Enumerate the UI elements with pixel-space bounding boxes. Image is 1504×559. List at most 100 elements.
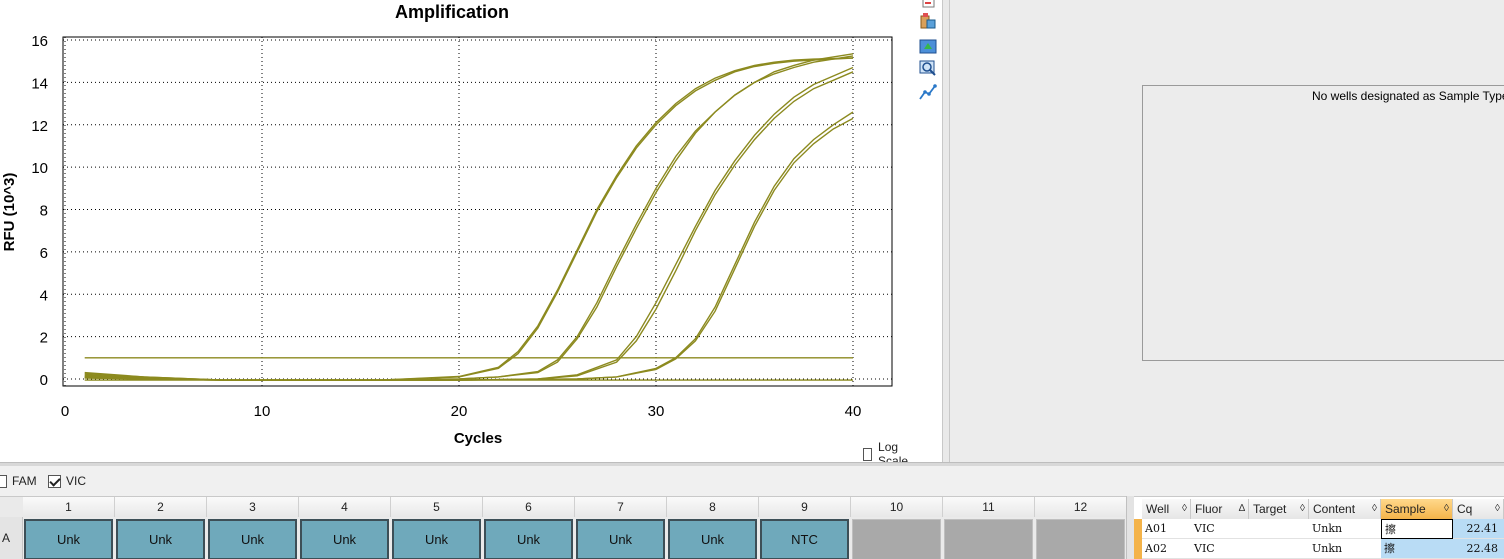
y-tick-label: 2 <box>40 330 48 347</box>
sort-icon[interactable]: ◊ <box>1372 499 1377 519</box>
y-tick-label: 8 <box>40 203 48 220</box>
plate-column-header[interactable]: 8 <box>667 497 759 517</box>
results-header-label: Sample <box>1385 502 1426 516</box>
plate-well[interactable] <box>944 519 1033 559</box>
plate-column-header[interactable]: 7 <box>575 497 667 517</box>
results-header-content[interactable]: Content ◊ <box>1309 499 1381 519</box>
y-axis-ticks: 0 2 4 6 8 10 12 14 16 <box>31 33 48 389</box>
row-indicator[interactable] <box>1134 539 1142 559</box>
plate-well[interactable]: NTC <box>760 519 849 559</box>
chart-toolbar <box>914 0 942 110</box>
amplification-chart-panel: Amplification 0 2 4 6 8 10 12 14 16 0 10 20 30 40 Cy… <box>0 0 912 468</box>
plate-well[interactable] <box>852 519 941 559</box>
copy-icon[interactable] <box>918 0 938 10</box>
y-tick-label: 6 <box>40 245 48 262</box>
vic-toggle[interactable]: VIC <box>48 474 86 488</box>
plate-column-header[interactable]: 2 <box>115 497 207 517</box>
results-table: Well ◊ Fluor ∆ Target ◊ Content ◊ Sample ◊ Cq ◊ A01 V… <box>1134 496 1504 559</box>
plate-column-header[interactable]: 4 <box>299 497 391 517</box>
chart-title: Amplification <box>395 2 509 22</box>
results-header-label: Content <box>1313 502 1356 516</box>
y-tick-label: 16 <box>31 33 48 50</box>
results-header-fluor[interactable]: Fluor ∆ <box>1191 499 1249 519</box>
x-tick-label: 40 <box>845 403 862 420</box>
plot-area[interactable] <box>62 36 893 387</box>
standard-curve-area: No wells designated as Sample Type sta <box>1142 85 1504 361</box>
sort-icon[interactable]: ◊ <box>1495 499 1500 519</box>
results-header-sample[interactable]: Sample ◊ <box>1381 499 1453 519</box>
refresh-icon[interactable] <box>918 37 938 55</box>
fam-toggle[interactable]: FAM <box>0 474 37 488</box>
plate-column-header[interactable]: 1 <box>23 497 115 517</box>
vic-checkbox[interactable] <box>48 474 61 488</box>
results-header-target[interactable]: Target ◊ <box>1249 499 1309 519</box>
fam-checkbox[interactable] <box>0 474 7 488</box>
plate-view: 1 2 3 4 5 6 7 8 9 10 11 12 A Unk Unk Unk Unk Unk Unk Unk U… <box>0 496 1127 559</box>
y-tick-label: 10 <box>31 160 48 177</box>
results-header-well[interactable]: Well ◊ <box>1142 499 1191 519</box>
y-tick-label: 12 <box>31 118 48 135</box>
trace-icon[interactable] <box>918 83 938 101</box>
plate-well[interactable]: Unk <box>576 519 665 559</box>
x-axis-label: Cycles <box>454 430 502 447</box>
plate-column-header[interactable]: 5 <box>391 497 483 517</box>
results-header-cq[interactable]: Cq ◊ <box>1453 499 1504 519</box>
results-cell-sample[interactable]: 擦 <box>1381 539 1453 559</box>
plate-row-label[interactable]: A <box>0 517 23 559</box>
vertical-splitter[interactable] <box>942 0 950 462</box>
plate-column-header[interactable]: 10 <box>851 497 943 517</box>
results-header-label: Fluor <box>1195 502 1223 516</box>
sort-icon[interactable]: ∆ <box>1239 499 1245 519</box>
results-cell-well[interactable]: A02 <box>1142 539 1191 559</box>
plate-column-header[interactable]: 11 <box>943 497 1035 517</box>
results-cell-fluor[interactable]: VIC <box>1191 519 1249 539</box>
results-header-label: Target <box>1253 502 1287 516</box>
results-cell-cq[interactable]: 22.48 <box>1453 539 1504 559</box>
x-axis-ticks: 0 10 20 30 40 <box>61 403 862 420</box>
export-icon[interactable] <box>918 12 938 30</box>
plate-well[interactable]: Unk <box>668 519 757 559</box>
results-cell-target[interactable] <box>1249 539 1309 559</box>
results-cell-content[interactable]: Unkn <box>1309 519 1381 539</box>
sort-icon[interactable]: ◊ <box>1300 499 1305 519</box>
plate-well[interactable]: Unk <box>300 519 389 559</box>
row-indicator[interactable] <box>1134 519 1142 539</box>
y-tick-label: 0 <box>40 372 48 389</box>
results-cell-target[interactable] <box>1249 519 1309 539</box>
no-standard-message: No wells designated as Sample Type sta <box>1312 89 1504 103</box>
results-cell-content[interactable]: Unkn <box>1309 539 1381 559</box>
plate-column-headers: 1 2 3 4 5 6 7 8 9 10 11 12 <box>0 497 1127 517</box>
results-cell-sample[interactable]: 擦 <box>1381 519 1453 539</box>
plate-well[interactable]: Unk <box>392 519 481 559</box>
x-tick-label: 0 <box>61 403 69 420</box>
plate-well[interactable]: Unk <box>484 519 573 559</box>
vic-label: VIC <box>66 474 87 488</box>
plate-results-splitter[interactable] <box>1126 496 1134 559</box>
x-tick-label: 20 <box>451 403 468 420</box>
y-axis-label: RFU (10^3) <box>1 173 18 252</box>
log-scale-checkbox[interactable] <box>863 447 873 461</box>
plate-well[interactable] <box>1036 519 1125 559</box>
x-tick-label: 10 <box>254 403 271 420</box>
results-cell-cq[interactable]: 22.41 <box>1453 519 1504 539</box>
results-header-label: Cq <box>1457 502 1473 516</box>
sort-icon[interactable]: ◊ <box>1444 499 1449 519</box>
sample-type-panel: No wells designated as Sample Type sta <box>950 0 1504 462</box>
zoom-icon[interactable] <box>918 59 938 77</box>
plate-well[interactable]: Unk <box>116 519 205 559</box>
plate-column-header[interactable]: 12 <box>1035 497 1127 517</box>
plate-well[interactable]: Unk <box>208 519 297 559</box>
results-cell-fluor[interactable]: VIC <box>1191 539 1249 559</box>
y-tick-label: 14 <box>31 75 48 92</box>
results-cell-well[interactable]: A01 <box>1142 519 1191 539</box>
plate-column-header[interactable]: 9 <box>759 497 851 517</box>
x-tick-label: 30 <box>648 403 665 420</box>
results-header-label: Well <box>1146 502 1170 516</box>
plate-column-header[interactable]: 6 <box>483 497 575 517</box>
amplification-chart: Amplification 0 2 4 6 8 10 12 14 16 0 10 20 30 40 Cy… <box>1 2 893 447</box>
plate-well[interactable]: Unk <box>24 519 113 559</box>
fam-label: FAM <box>12 474 37 488</box>
plate-column-header[interactable]: 3 <box>207 497 299 517</box>
sort-icon[interactable]: ◊ <box>1182 499 1187 519</box>
y-tick-label: 4 <box>40 287 48 304</box>
